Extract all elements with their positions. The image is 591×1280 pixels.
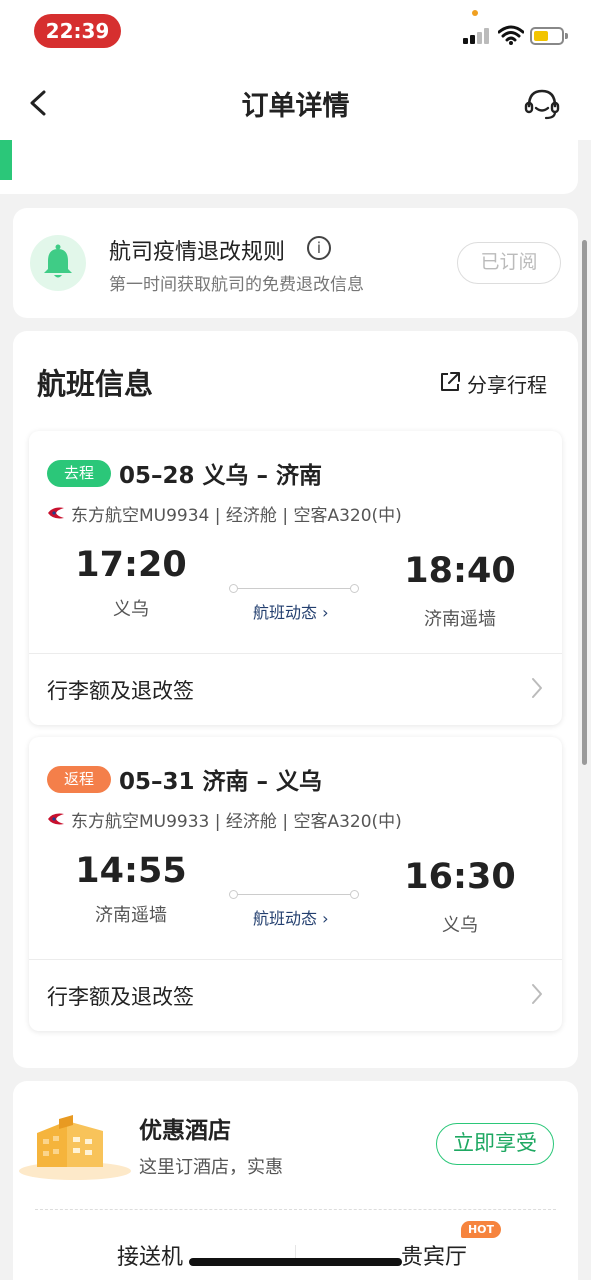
- flight-dynamics-link[interactable]: 航班动态 ›: [253, 905, 329, 929]
- bell-icon: [30, 235, 86, 291]
- status-accent-bar: [0, 140, 12, 180]
- luggage-and-refund-link[interactable]: 行李额及退改签: [47, 981, 194, 1011]
- status-time: 22:39: [34, 14, 121, 48]
- airline-detail: 东方航空MU9934 | 经济舱 | 空客A320(中): [71, 506, 402, 526]
- info-icon[interactable]: i: [307, 236, 331, 260]
- subscribed-button[interactable]: 已订阅: [457, 242, 561, 284]
- chevron-right-icon[interactable]: [530, 677, 544, 699]
- china-eastern-logo-icon: [48, 507, 64, 519]
- airline-policy-card[interactable]: 航司疫情退改规则 i 第一时间获取航司的免费退改信息 已订阅: [13, 208, 578, 318]
- luggage-and-refund-link[interactable]: 行李额及退改签: [47, 675, 194, 705]
- outbound-tag: 去程: [47, 460, 111, 487]
- hotel-services-card: 优惠酒店 这里订酒店，实惠 立即享受 接送机 贵宾厅 HOT: [13, 1081, 578, 1280]
- home-indicator[interactable]: [189, 1258, 402, 1266]
- arrival-city: 济南遥墙: [424, 609, 496, 630]
- divider: [29, 959, 562, 960]
- scrollbar[interactable]: [582, 240, 587, 765]
- hotel-building-icon: [19, 1115, 131, 1180]
- hot-badge: HOT: [461, 1221, 501, 1238]
- navigation-bar: 订单详情: [0, 66, 591, 140]
- policy-title: 航司疫情退改规则: [109, 240, 286, 265]
- wifi-icon: [498, 25, 524, 45]
- flight-leg-outbound: 去程 05–28 义乌 – 济南 东方航空MU9934 | 经济舱 | 空客A3…: [29, 431, 562, 725]
- return-tag: 返程: [47, 766, 111, 793]
- flight-timeline: [229, 584, 359, 594]
- privacy-indicator-dot: [472, 10, 478, 16]
- departure-city: 义乌: [113, 599, 149, 620]
- flight-info-section: 航班信息 分享行程 去程 05–28 义乌 – 济南 东方航空MU9934 | …: [13, 331, 578, 1068]
- arrival-time: 16:30: [404, 857, 516, 897]
- departure-time: 14:55: [75, 851, 187, 891]
- section-title: 航班信息: [37, 367, 154, 401]
- hotel-subtitle: 这里订酒店，实惠: [139, 1157, 283, 1178]
- policy-subtitle: 第一时间获取航司的免费退改信息: [109, 275, 364, 295]
- share-label: 分享行程: [467, 373, 547, 397]
- arrival-city: 义乌: [442, 915, 478, 936]
- airline-detail: 东方航空MU9933 | 经济舱 | 空客A320(中): [71, 812, 402, 832]
- flight-dynamics-link[interactable]: 航班动态 ›: [253, 599, 329, 623]
- flight-leg-return: 返程 05–31 济南 – 义乌 东方航空MU9933 | 经济舱 | 空客A3…: [29, 737, 562, 1031]
- page-title: 订单详情: [241, 91, 350, 122]
- enjoy-now-button[interactable]: 立即享受: [436, 1123, 554, 1165]
- departure-time: 17:20: [75, 545, 187, 585]
- route-title: 05–28 义乌 – 济南: [119, 463, 323, 489]
- dashed-divider: [35, 1209, 556, 1210]
- share-icon: [441, 372, 460, 391]
- vip-lounge-link[interactable]: 贵宾厅: [401, 1239, 467, 1271]
- flight-timeline: [229, 890, 359, 900]
- chevron-right-icon[interactable]: [530, 983, 544, 1005]
- departure-city: 济南遥墙: [95, 905, 167, 926]
- route-title: 05–31 济南 – 义乌: [119, 769, 323, 795]
- status-bar: 22:39: [0, 0, 591, 66]
- hotel-title: 优惠酒店: [139, 1118, 231, 1144]
- order-status-card: [0, 140, 578, 194]
- battery-icon: [530, 27, 568, 45]
- customer-service-icon[interactable]: [522, 84, 562, 124]
- arrival-time: 18:40: [404, 551, 516, 591]
- airport-transfer-link[interactable]: 接送机: [117, 1239, 183, 1271]
- divider: [29, 653, 562, 654]
- china-eastern-logo-icon: [48, 813, 64, 825]
